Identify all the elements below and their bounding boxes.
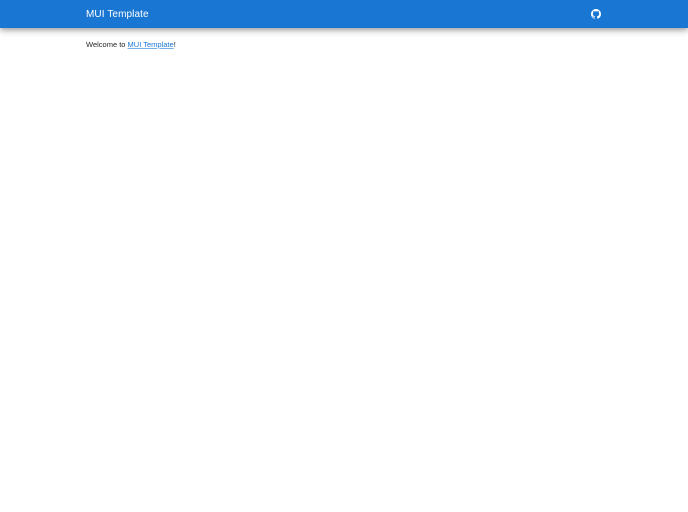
toolbar: MUI Template xyxy=(86,0,602,28)
welcome-text: Welcome to xyxy=(86,40,128,49)
app-title: MUI Template xyxy=(86,8,149,20)
welcome-suffix: ! xyxy=(173,40,176,49)
main-content: Welcome to MUI Template! xyxy=(86,40,176,49)
mui-template-link[interactable]: MUI Template xyxy=(128,40,174,49)
app-bar: MUI Template xyxy=(0,0,688,28)
github-button[interactable] xyxy=(588,6,604,22)
github-icon xyxy=(591,9,601,19)
